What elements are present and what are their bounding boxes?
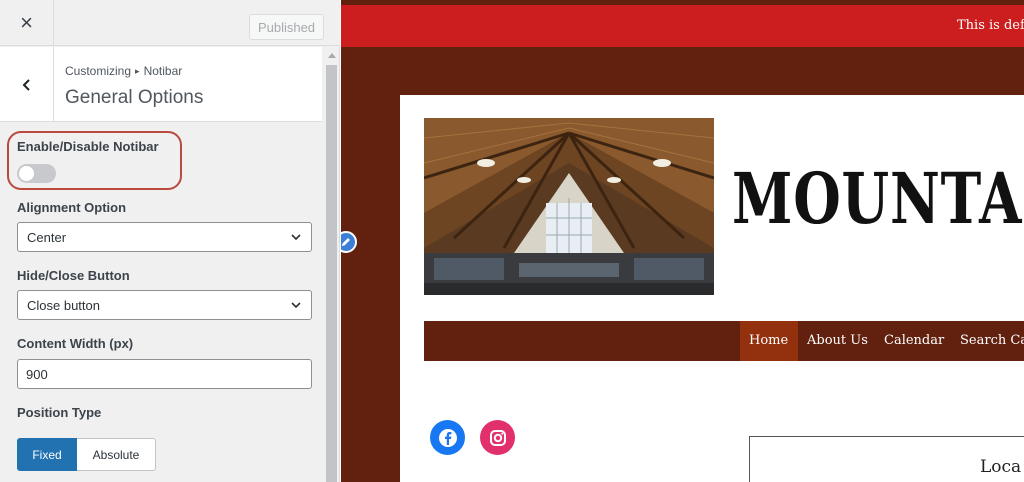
content-width-input[interactable] — [17, 359, 312, 389]
chevron-left-icon — [22, 78, 30, 91]
site-content-area: MOUNTAIN Home About Us Calendar Search C… — [400, 95, 1024, 482]
notibar-text: This is def — [957, 18, 1024, 33]
position-type-label: Position Type — [17, 405, 102, 420]
site-preview: This is def MOUNTA Home About Us Calenda… — [341, 0, 1024, 482]
hide-close-button-label: Hide/Close Button — [17, 268, 130, 283]
position-absolute-button[interactable]: Absolute — [77, 438, 156, 471]
edit-shortcut-pencil-icon[interactable] — [341, 231, 357, 253]
enable-notibar-toggle[interactable] — [17, 164, 56, 183]
chevron-down-icon — [291, 302, 301, 309]
nav-item-search-catalog[interactable]: Search Ca — [960, 333, 1024, 348]
site-title[interactable]: MOUNTAIN — [732, 157, 1024, 240]
nav-item-about-us[interactable]: About Us — [807, 333, 868, 348]
nav-item-home[interactable]: Home — [749, 333, 788, 348]
section-header: Customizing ▸ Notibar General Options — [0, 47, 322, 122]
hide-close-select[interactable]: Close button — [17, 290, 312, 320]
notibar: This is def — [341, 5, 1024, 47]
facebook-icon[interactable] — [430, 420, 465, 455]
alignment-select[interactable]: Center — [17, 222, 312, 252]
chevron-down-icon — [291, 234, 301, 241]
alignment-select-value: Center — [27, 229, 67, 245]
position-type-toggle-group: Fixed Absolute — [17, 438, 156, 471]
scroll-up-arrow-icon[interactable] — [328, 53, 336, 58]
section-title: General Options — [65, 87, 204, 108]
breadcrumb-root: Customizing — [65, 64, 132, 78]
location-heading: Loca — [980, 457, 1022, 477]
publish-button[interactable]: Published — [249, 14, 324, 40]
hide-close-select-value: Close button — [27, 297, 100, 313]
content-width-label: Content Width (px) — [17, 336, 134, 351]
position-fixed-button[interactable]: Fixed — [17, 438, 77, 471]
location-widget: Loca — [749, 436, 1024, 482]
breadcrumb: Customizing ▸ Notibar — [65, 64, 182, 78]
header-image — [424, 118, 714, 295]
customizer-topbar: × Published — [0, 0, 340, 46]
breadcrumb-separator-icon: ▸ — [135, 66, 140, 76]
toggle-knob — [19, 166, 34, 181]
breadcrumb-panel: Notibar — [143, 64, 183, 78]
back-button[interactable] — [0, 47, 54, 122]
customizer-sidebar: × Published Customizing ▸ Notibar General … — [0, 0, 340, 482]
instagram-icon[interactable] — [480, 420, 515, 455]
main-navigation: Home About Us Calendar Search Ca — [424, 321, 1024, 361]
alignment-option-label: Alignment Option — [17, 200, 127, 215]
nav-item-calendar[interactable]: Calendar — [884, 333, 944, 348]
scrollbar-thumb[interactable] — [326, 65, 337, 482]
enable-notibar-label: Enable/Disable Notibar — [17, 139, 159, 154]
close-customizer-button[interactable]: × — [0, 0, 54, 46]
sidebar-scrollbar[interactable] — [324, 47, 339, 482]
